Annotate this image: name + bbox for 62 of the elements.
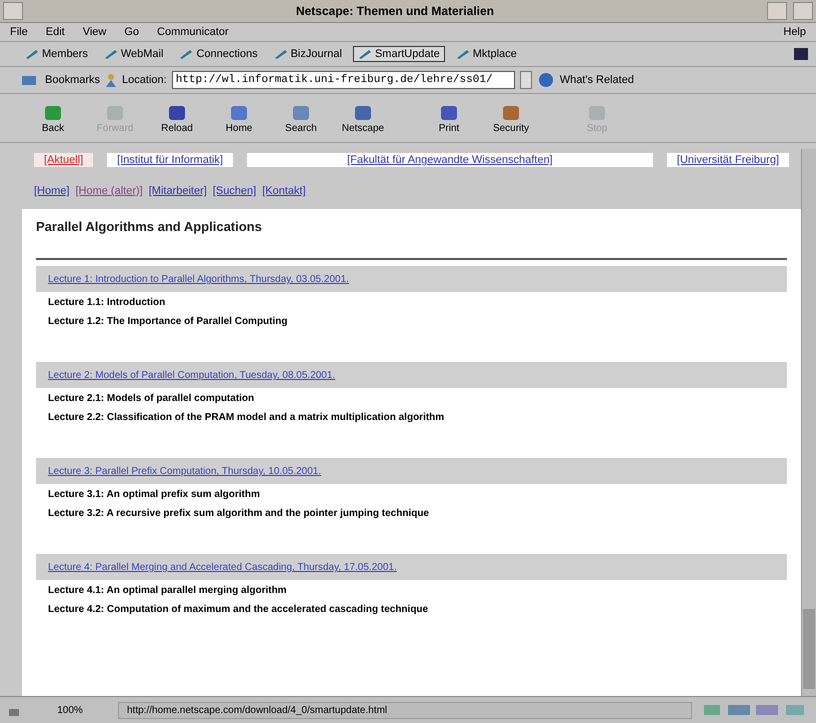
pencil-icon xyxy=(25,49,39,59)
menu-item[interactable]: Help xyxy=(783,26,806,38)
toolbar-button[interactable]: Security xyxy=(482,100,540,136)
page-heading: Parallel Algorithms and Applications xyxy=(36,219,263,236)
bookmark-button[interactable]: BizJournal xyxy=(268,46,347,62)
toolbar-button[interactable]: Netscape xyxy=(334,100,392,136)
lecture-topic: Lecture 2.1: Models of parallel computation xyxy=(47,392,256,406)
nav-link[interactable]: [Home (alter)] xyxy=(75,185,143,197)
lecture-topic: Lecture 3.1: An optimal prefix sum algorithm xyxy=(47,488,261,502)
window-menu-button[interactable] xyxy=(3,2,23,20)
bookmark-button[interactable]: SmartUpdate xyxy=(352,46,445,62)
nav-link[interactable]: [Suchen] xyxy=(212,185,256,197)
nav-link[interactable]: [Institut für Informatik] xyxy=(107,153,233,167)
maximize-button[interactable] xyxy=(793,2,813,20)
whats-related-button[interactable]: What's Related xyxy=(560,74,634,86)
nav-link[interactable]: [Kontakt] xyxy=(262,185,306,197)
menu-item[interactable]: View xyxy=(82,26,106,38)
lecture-link[interactable]: Lecture 3: Parallel Prefix Computation, Thursday, 10.05.2001. xyxy=(48,466,322,477)
nav-link[interactable]: [Fakultät für Angewandte Wissenschaften] xyxy=(246,153,653,167)
toolbar-button[interactable]: Print xyxy=(420,100,478,136)
minimize-button[interactable] xyxy=(767,2,787,20)
pencil-icon xyxy=(179,49,194,59)
location-field[interactable]: http://wl.informatik.uni-freiburg.de/lehre/ss01/ xyxy=(172,71,515,89)
toolbar-button[interactable]: Home xyxy=(210,100,268,136)
pencil-icon xyxy=(274,49,288,59)
bookmark-button[interactable]: WebMail xyxy=(98,46,168,62)
scroll-thumb[interactable] xyxy=(803,609,815,689)
lecture-link[interactable]: Lecture 2: Models of Parallel Computation, Tuesday, 08.05.2001. xyxy=(48,370,336,381)
toolbar-button[interactable]: Search xyxy=(272,100,330,136)
bookmark-button[interactable]: Connections xyxy=(174,46,263,62)
scrollbar[interactable] xyxy=(801,149,816,696)
lecture-topic: Lecture 3.2: A recursive prefix sum algorithm and the pointer jumping technique xyxy=(47,507,430,521)
dropdown-button[interactable] xyxy=(520,71,532,89)
bookmarks-button[interactable]: Bookmarks xyxy=(45,74,100,86)
lecture-topic: Lecture 1.1: Introduction xyxy=(47,296,166,310)
menu-item[interactable]: Go xyxy=(124,26,140,38)
toolbar-button[interactable]: Back xyxy=(24,100,82,136)
bookmark-button[interactable]: Members xyxy=(20,46,93,62)
lecture-link[interactable]: Lecture 4: Parallel Merging and Accelerated Cascading, Thursday, 17.05.2001. xyxy=(48,562,397,573)
status-message: http://home.netscape.com/download/4_0/smartupdate.html xyxy=(118,702,692,718)
nav-link[interactable]: [Mitarbeiter] xyxy=(148,185,207,197)
globe-icon xyxy=(536,72,555,88)
pencil-icon xyxy=(104,49,118,59)
toolbar-button[interactable]: Reload xyxy=(148,100,206,136)
nav-link[interactable]: [Aktuell] xyxy=(34,153,94,167)
menu-item[interactable]: Communicator xyxy=(157,26,229,38)
location-label: Location: xyxy=(122,74,167,86)
lecture-topic: Lecture 4.2: Computation of maximum and the accelerated cascading technique xyxy=(47,603,430,617)
person-icon xyxy=(105,73,118,87)
bookmark-button[interactable]: Mktplace xyxy=(450,46,522,62)
lecture-topic: Lecture 2.2: Classification of the PRAM model and a matrix multiplication algorithm xyxy=(47,411,446,425)
lecture-topic: Lecture 1.2: The Importance of Parallel Computing xyxy=(47,315,288,329)
lecture-topic: Lecture 4.1: An optimal parallel merging algorithm xyxy=(47,584,288,598)
menu-item[interactable]: File xyxy=(10,26,28,38)
pencil-icon xyxy=(358,49,372,59)
window-title: Netscape: Themen und Materialien xyxy=(294,4,496,18)
nav-link[interactable]: [Universität Freiburg] xyxy=(666,153,789,167)
nav-link[interactable]: [Home] xyxy=(34,185,70,197)
lecture-link[interactable]: Lecture 1: Introduction to Parallel Algorithms, Thursday, 03.05.2001. xyxy=(48,274,349,285)
menu-item[interactable]: Edit xyxy=(46,26,65,38)
pencil-icon xyxy=(456,49,470,59)
progress-text: 100% xyxy=(56,704,84,716)
